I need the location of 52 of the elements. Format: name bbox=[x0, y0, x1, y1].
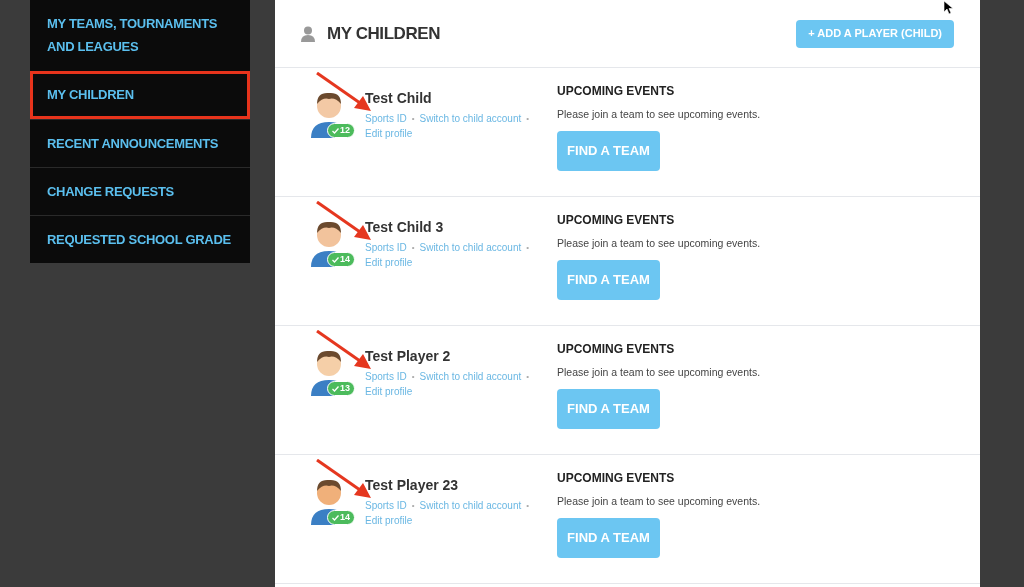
check-icon bbox=[332, 385, 339, 392]
section-title: UPCOMING EVENTS bbox=[557, 212, 675, 228]
profile-link[interactable]: Edit profile bbox=[365, 513, 413, 528]
child-name: Test Player 2 bbox=[365, 347, 452, 365]
empty-message: Please join a team to see upcoming events. bbox=[557, 107, 761, 121]
profile-link[interactable]: Sports ID bbox=[365, 369, 407, 384]
find-team-button[interactable]: FIND A TEAM bbox=[557, 389, 660, 429]
check-icon bbox=[332, 514, 339, 521]
sidebar-item[interactable]: MY TEAMS, TOURNAMENTS AND LEAGUES bbox=[30, 0, 250, 71]
profile-link[interactable]: Switch to child account bbox=[419, 240, 522, 255]
separator-dot: • bbox=[526, 242, 530, 254]
empty-message: Please join a team to see upcoming events. bbox=[557, 365, 761, 379]
sidebar-item[interactable]: REQUESTED SCHOOL GRADE bbox=[30, 215, 250, 263]
check-icon bbox=[332, 256, 339, 263]
badge-count: 12 bbox=[340, 124, 350, 137]
profile-link[interactable]: Sports ID bbox=[365, 498, 407, 513]
child-name: Test Child 3 bbox=[365, 218, 445, 236]
separator-dot: • bbox=[526, 113, 530, 125]
find-team-button[interactable]: FIND A TEAM bbox=[557, 260, 660, 300]
profile-link[interactable]: Sports ID bbox=[365, 111, 407, 126]
section-title: UPCOMING EVENTS bbox=[557, 83, 675, 99]
badge-count: 14 bbox=[340, 253, 350, 266]
empty-message: Please join a team to see upcoming events. bbox=[557, 236, 761, 250]
child-name: Test Player 23 bbox=[365, 476, 460, 494]
badge-count: 13 bbox=[340, 382, 350, 395]
section-title: UPCOMING EVENTS bbox=[557, 341, 675, 357]
separator-dot: • bbox=[411, 113, 415, 125]
sidebar-item[interactable]: CHANGE REQUESTS bbox=[30, 167, 250, 215]
find-team-button[interactable]: FIND A TEAM bbox=[557, 518, 660, 558]
badge-count: 14 bbox=[340, 511, 350, 524]
child-name: Test Child bbox=[365, 89, 433, 107]
separator-dot: • bbox=[526, 500, 530, 512]
sidebar-item[interactable]: MY CHILDREN bbox=[30, 71, 250, 119]
add-player-button[interactable]: + ADD A PLAYER (CHILD) bbox=[796, 19, 954, 48]
profile-link[interactable]: Edit profile bbox=[365, 126, 413, 141]
person-icon bbox=[301, 25, 315, 42]
profile-link[interactable]: Edit profile bbox=[365, 255, 413, 270]
separator-dot: • bbox=[411, 242, 415, 254]
find-team-button[interactable]: FIND A TEAM bbox=[557, 131, 660, 171]
profile-link[interactable]: Edit profile bbox=[365, 384, 413, 399]
profile-link[interactable]: Switch to child account bbox=[419, 369, 522, 384]
page-title: MY CHILDREN bbox=[327, 22, 441, 45]
separator-dot: • bbox=[411, 371, 415, 383]
section-title: UPCOMING EVENTS bbox=[557, 470, 675, 486]
profile-link[interactable]: Sports ID bbox=[365, 240, 407, 255]
check-icon bbox=[332, 127, 339, 134]
profile-link[interactable]: Switch to child account bbox=[419, 498, 522, 513]
profile-link[interactable]: Switch to child account bbox=[419, 111, 522, 126]
sidebar-item[interactable]: RECENT ANNOUNCEMENTS bbox=[30, 119, 250, 167]
empty-message: Please join a team to see upcoming events. bbox=[557, 494, 761, 508]
separator-dot: • bbox=[526, 371, 530, 383]
separator-dot: • bbox=[411, 500, 415, 512]
